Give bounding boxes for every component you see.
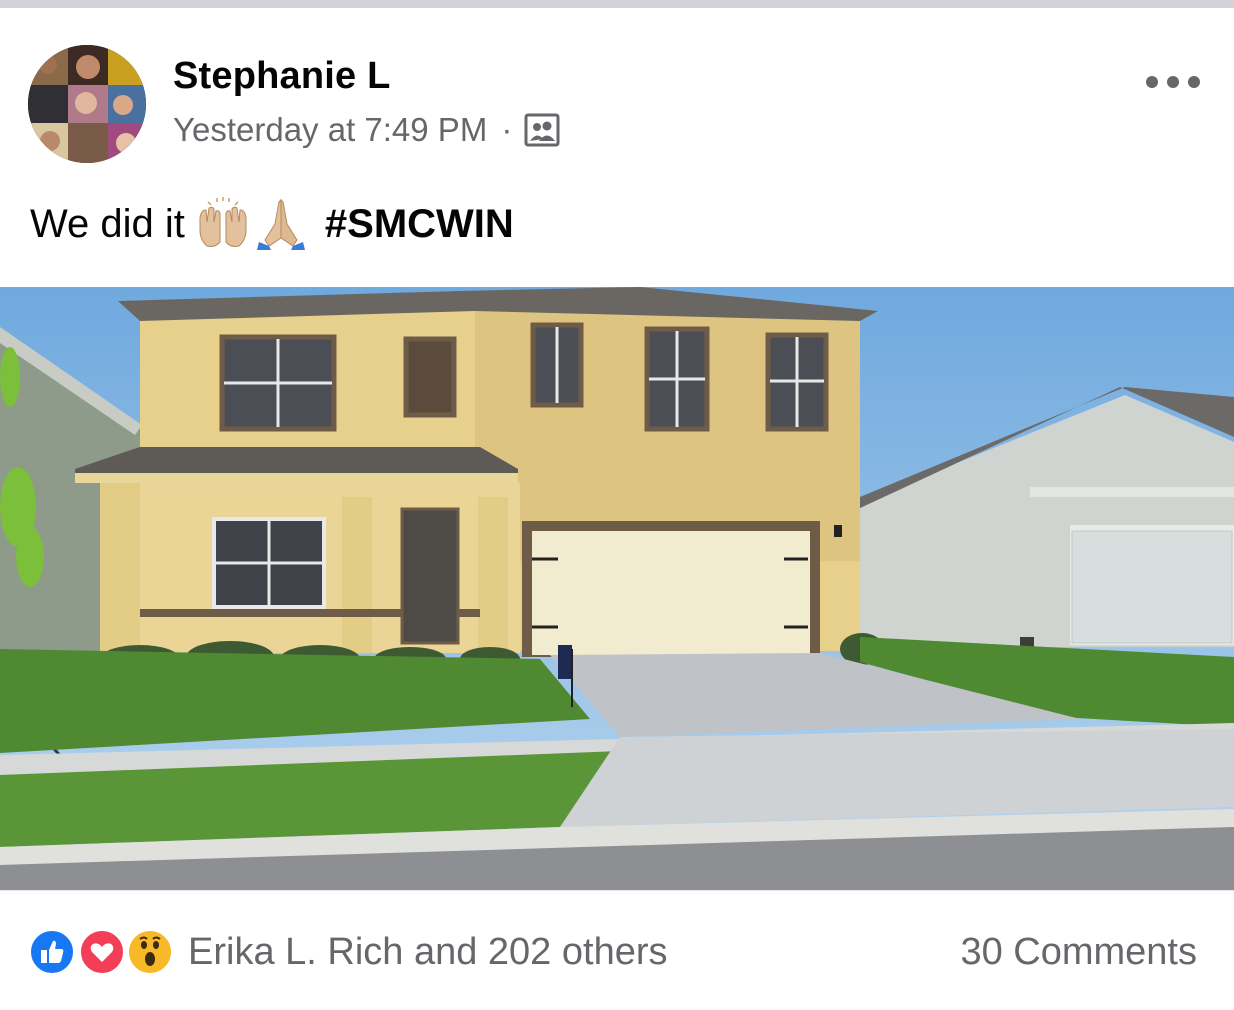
- more-dots-icon[interactable]: [1146, 60, 1200, 104]
- meta-separator: ·: [501, 111, 513, 148]
- reaction-icons: [28, 928, 176, 976]
- house-photo-image: [0, 287, 1234, 890]
- top-divider: [0, 0, 1234, 8]
- folded-hands-emoji: [253, 196, 309, 252]
- love-icon: [78, 928, 126, 976]
- reactions-text[interactable]: Erika L. Rich and 202 others: [188, 931, 668, 974]
- author-name[interactable]: Stephanie L: [173, 55, 414, 98]
- reactions-summary[interactable]: Erika L. Rich and 202 others: [28, 928, 668, 976]
- raising-hands-emoji: [195, 196, 251, 252]
- hashtag-link[interactable]: #SMCWIN: [325, 202, 514, 247]
- post-timestamp[interactable]: Yesterday at 7:49 PM: [173, 111, 487, 149]
- like-icon: [28, 928, 76, 976]
- post-meta: Yesterday at 7:49 PM ·: [173, 110, 560, 150]
- avatar-collage-image: [28, 45, 146, 163]
- post-message: We did it: [30, 201, 185, 246]
- post-text: We did it #SMCWIN: [30, 196, 514, 252]
- post-photo[interactable]: [0, 287, 1234, 890]
- friends-icon[interactable]: [524, 112, 560, 148]
- comments-count[interactable]: 30 Comments: [960, 928, 1197, 976]
- footer-divider: [0, 890, 1234, 891]
- avatar[interactable]: [28, 45, 146, 163]
- wow-icon: [126, 928, 174, 976]
